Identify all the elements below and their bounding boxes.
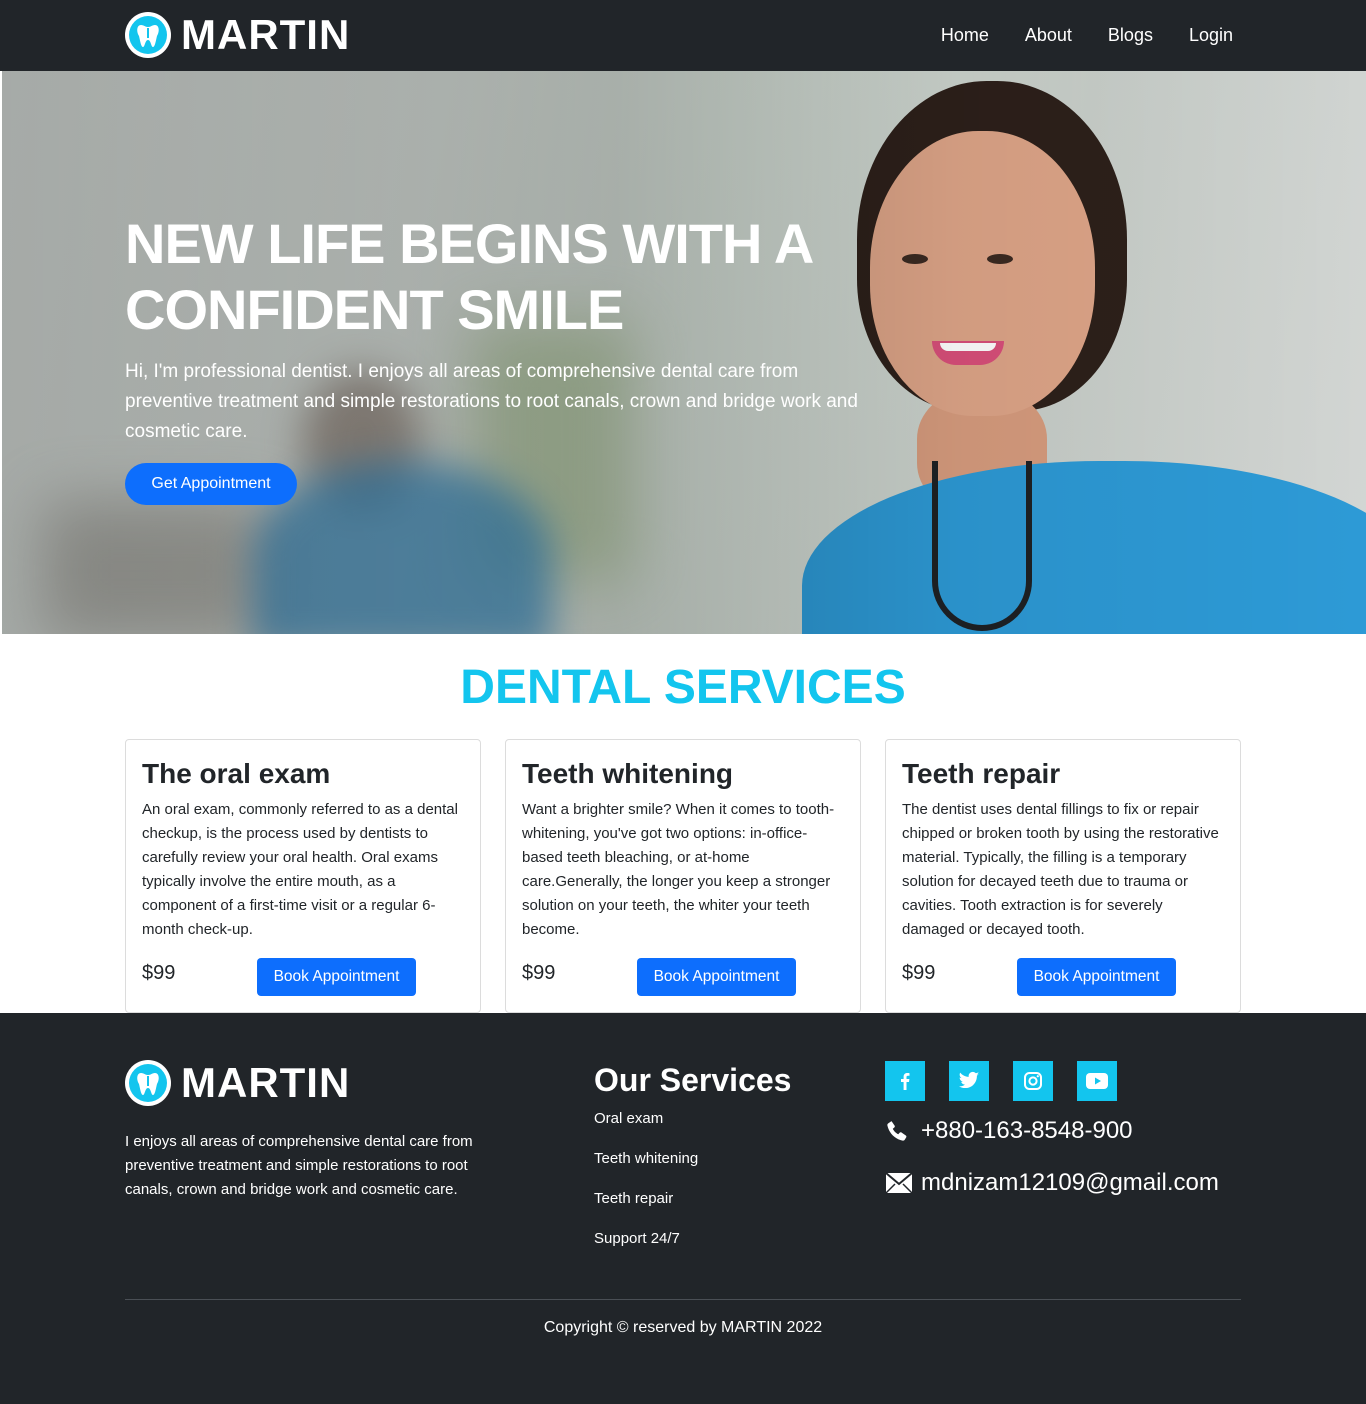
phone-number: +880-163-8548-900 <box>921 1117 1133 1144</box>
phone-icon <box>885 1119 913 1143</box>
card-title: The oral exam <box>142 758 331 789</box>
footer-brand-name: MARTIN <box>181 1059 351 1106</box>
card-price: $99 <box>902 962 936 984</box>
card-price: $99 <box>142 962 176 984</box>
get-appointment-button[interactable]: Get Appointment <box>125 463 297 505</box>
nav-login[interactable]: Login <box>1189 22 1233 48</box>
footer-services-list: Oral exam Teeth whitening Teeth repair S… <box>594 1109 698 1269</box>
hero-title: NEW LIFE BEGINS WITH A CONFIDENT SMILE <box>125 212 812 341</box>
tooth-icon <box>125 1060 171 1106</box>
tooth-icon <box>125 12 171 58</box>
hero-content: NEW LIFE BEGINS WITH A CONFIDENT SMILE H… <box>125 211 885 505</box>
footer-about-text: I enjoys all areas of comprehensive dent… <box>125 1133 473 1198</box>
footer-brand[interactable]: MARTIN <box>125 1060 350 1106</box>
service-card-oral-exam: The oral exam An oral exam, commonly ref… <box>125 739 481 1013</box>
service-card-teeth-repair: Teeth repair The dentist uses dental fil… <box>885 739 1241 1013</box>
envelope-icon <box>885 1172 913 1194</box>
card-title: Teeth whitening <box>522 758 734 789</box>
instagram-icon[interactable] <box>1013 1061 1053 1101</box>
card-text: The dentist uses dental fillings to fix … <box>902 801 1219 938</box>
copyright-text: Copyright © reserved by MARTIN 2022 <box>543 1319 823 1336</box>
footer-email[interactable]: mdnizam12109@gmail.com <box>885 1169 1219 1197</box>
navbar: MARTIN Home About Blogs Login <box>0 0 1366 71</box>
hero-description: Hi, I'm professional dentist. I enjoys a… <box>125 361 858 442</box>
social-links <box>885 1061 1141 1101</box>
book-appointment-button[interactable]: Book Appointment <box>637 958 796 996</box>
twitter-icon[interactable] <box>949 1061 989 1101</box>
footer-divider <box>125 1299 1241 1300</box>
footer-link-oral-exam[interactable]: Oral exam <box>594 1109 698 1129</box>
nav-home[interactable]: Home <box>941 22 989 48</box>
hero-section: NEW LIFE BEGINS WITH A CONFIDENT SMILE H… <box>2 71 1366 634</box>
footer-phone[interactable]: +880-163-8548-900 <box>885 1117 1133 1145</box>
brand-logo[interactable]: MARTIN <box>125 12 350 58</box>
footer: MARTIN I enjoys all areas of comprehensi… <box>0 1013 1366 1404</box>
nav-menu: Home About Blogs Login <box>905 22 1233 48</box>
brand-name: MARTIN <box>181 11 351 58</box>
footer-link-teeth-whitening[interactable]: Teeth whitening <box>594 1149 698 1169</box>
service-card-teeth-whitening: Teeth whitening Want a brighter smile? W… <box>505 739 861 1013</box>
footer-link-teeth-repair[interactable]: Teeth repair <box>594 1189 698 1209</box>
book-appointment-button[interactable]: Book Appointment <box>257 958 416 996</box>
services-title: DENTAL SERVICES <box>460 661 906 714</box>
footer-services-title: Our Services <box>594 1062 792 1098</box>
card-text: Want a brighter smile? When it comes to … <box>522 801 835 938</box>
facebook-icon[interactable] <box>885 1061 925 1101</box>
youtube-icon[interactable] <box>1077 1061 1117 1101</box>
card-text: An oral exam, commonly referred to as a … <box>142 801 458 938</box>
card-price: $99 <box>522 962 556 984</box>
email-address: mdnizam12109@gmail.com <box>921 1169 1219 1196</box>
footer-link-support[interactable]: Support 24/7 <box>594 1229 698 1249</box>
card-title: Teeth repair <box>902 758 1061 789</box>
book-appointment-button[interactable]: Book Appointment <box>1017 958 1176 996</box>
nav-blogs[interactable]: Blogs <box>1108 22 1153 48</box>
nav-about[interactable]: About <box>1025 22 1072 48</box>
